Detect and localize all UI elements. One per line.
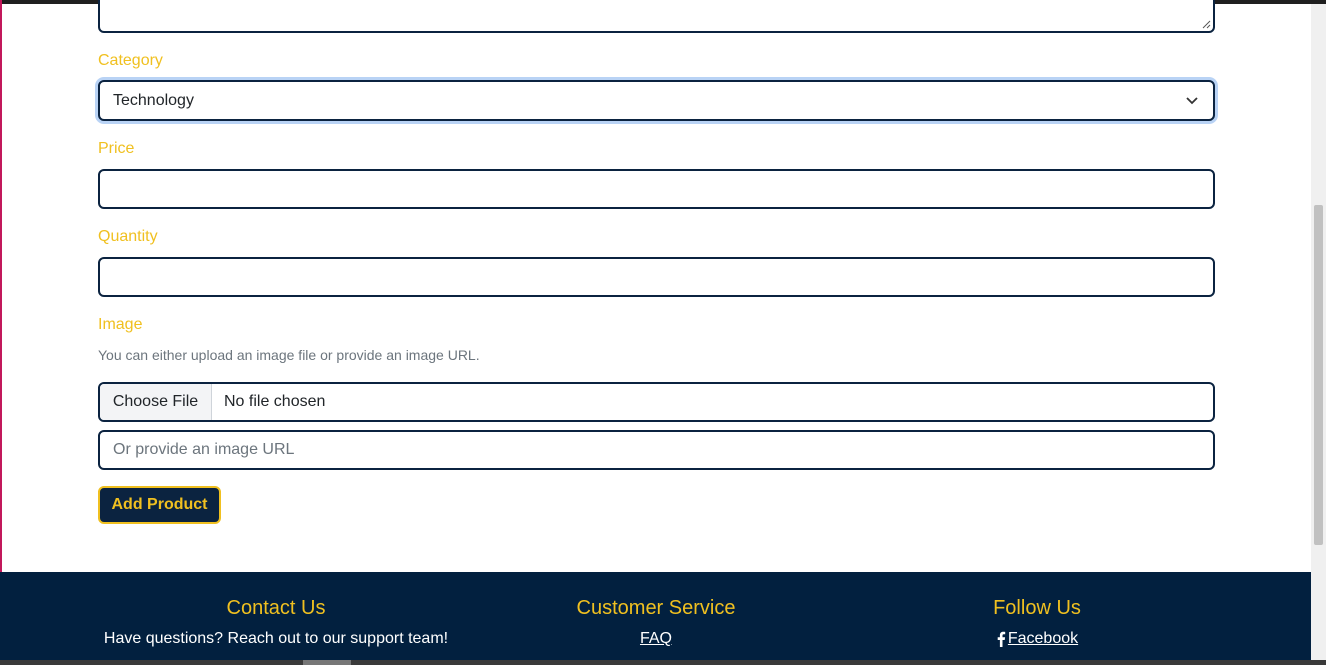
footer-contact: Contact Us Have questions? Reach out to … [100, 572, 452, 648]
quantity-input[interactable] [98, 257, 1215, 297]
price-label: Price [98, 140, 135, 157]
chevron-down-icon [1186, 97, 1198, 105]
category-selected-value: Technology [113, 91, 194, 109]
category-select[interactable]: Technology [98, 80, 1215, 121]
scrollbar-thumb[interactable] [1314, 205, 1323, 545]
image-url-input[interactable]: Or provide an image URL [98, 430, 1215, 470]
facebook-icon [997, 631, 1006, 647]
category-label: Category [98, 52, 163, 69]
site-footer: Contact Us Have questions? Reach out to … [0, 572, 1311, 665]
footer-follow: Follow Us Facebook [940, 572, 1134, 652]
image-file-input[interactable]: Choose File No file chosen [98, 382, 1215, 422]
contact-text: Have questions? Reach out to our support… [103, 630, 449, 647]
price-input[interactable] [98, 169, 1215, 209]
add-product-button[interactable]: Add Product [98, 486, 221, 524]
window-bottom-edge [0, 660, 1326, 665]
customer-service-heading: Customer Service [576, 597, 736, 619]
follow-heading: Follow Us [993, 597, 1081, 619]
image-label: Image [98, 316, 143, 333]
quantity-label: Quantity [98, 228, 158, 245]
window-left-edge [0, 0, 2, 665]
footer-customer-service: Customer Service FAQ [500, 572, 812, 648]
faq-link[interactable]: FAQ [500, 630, 812, 648]
facebook-link-label: Facebook [1007, 630, 1079, 647]
file-status-text: No file chosen [224, 393, 326, 410]
horizontal-scroll-thumb[interactable] [303, 660, 351, 665]
facebook-link[interactable]: Facebook [996, 630, 1078, 648]
description-textarea[interactable] [98, 0, 1215, 33]
choose-file-button[interactable]: Choose File [100, 384, 212, 420]
contact-heading: Contact Us [226, 597, 326, 619]
resize-grip-icon[interactable] [1202, 20, 1211, 29]
image-help-text: You can either upload an image file or p… [98, 347, 480, 363]
